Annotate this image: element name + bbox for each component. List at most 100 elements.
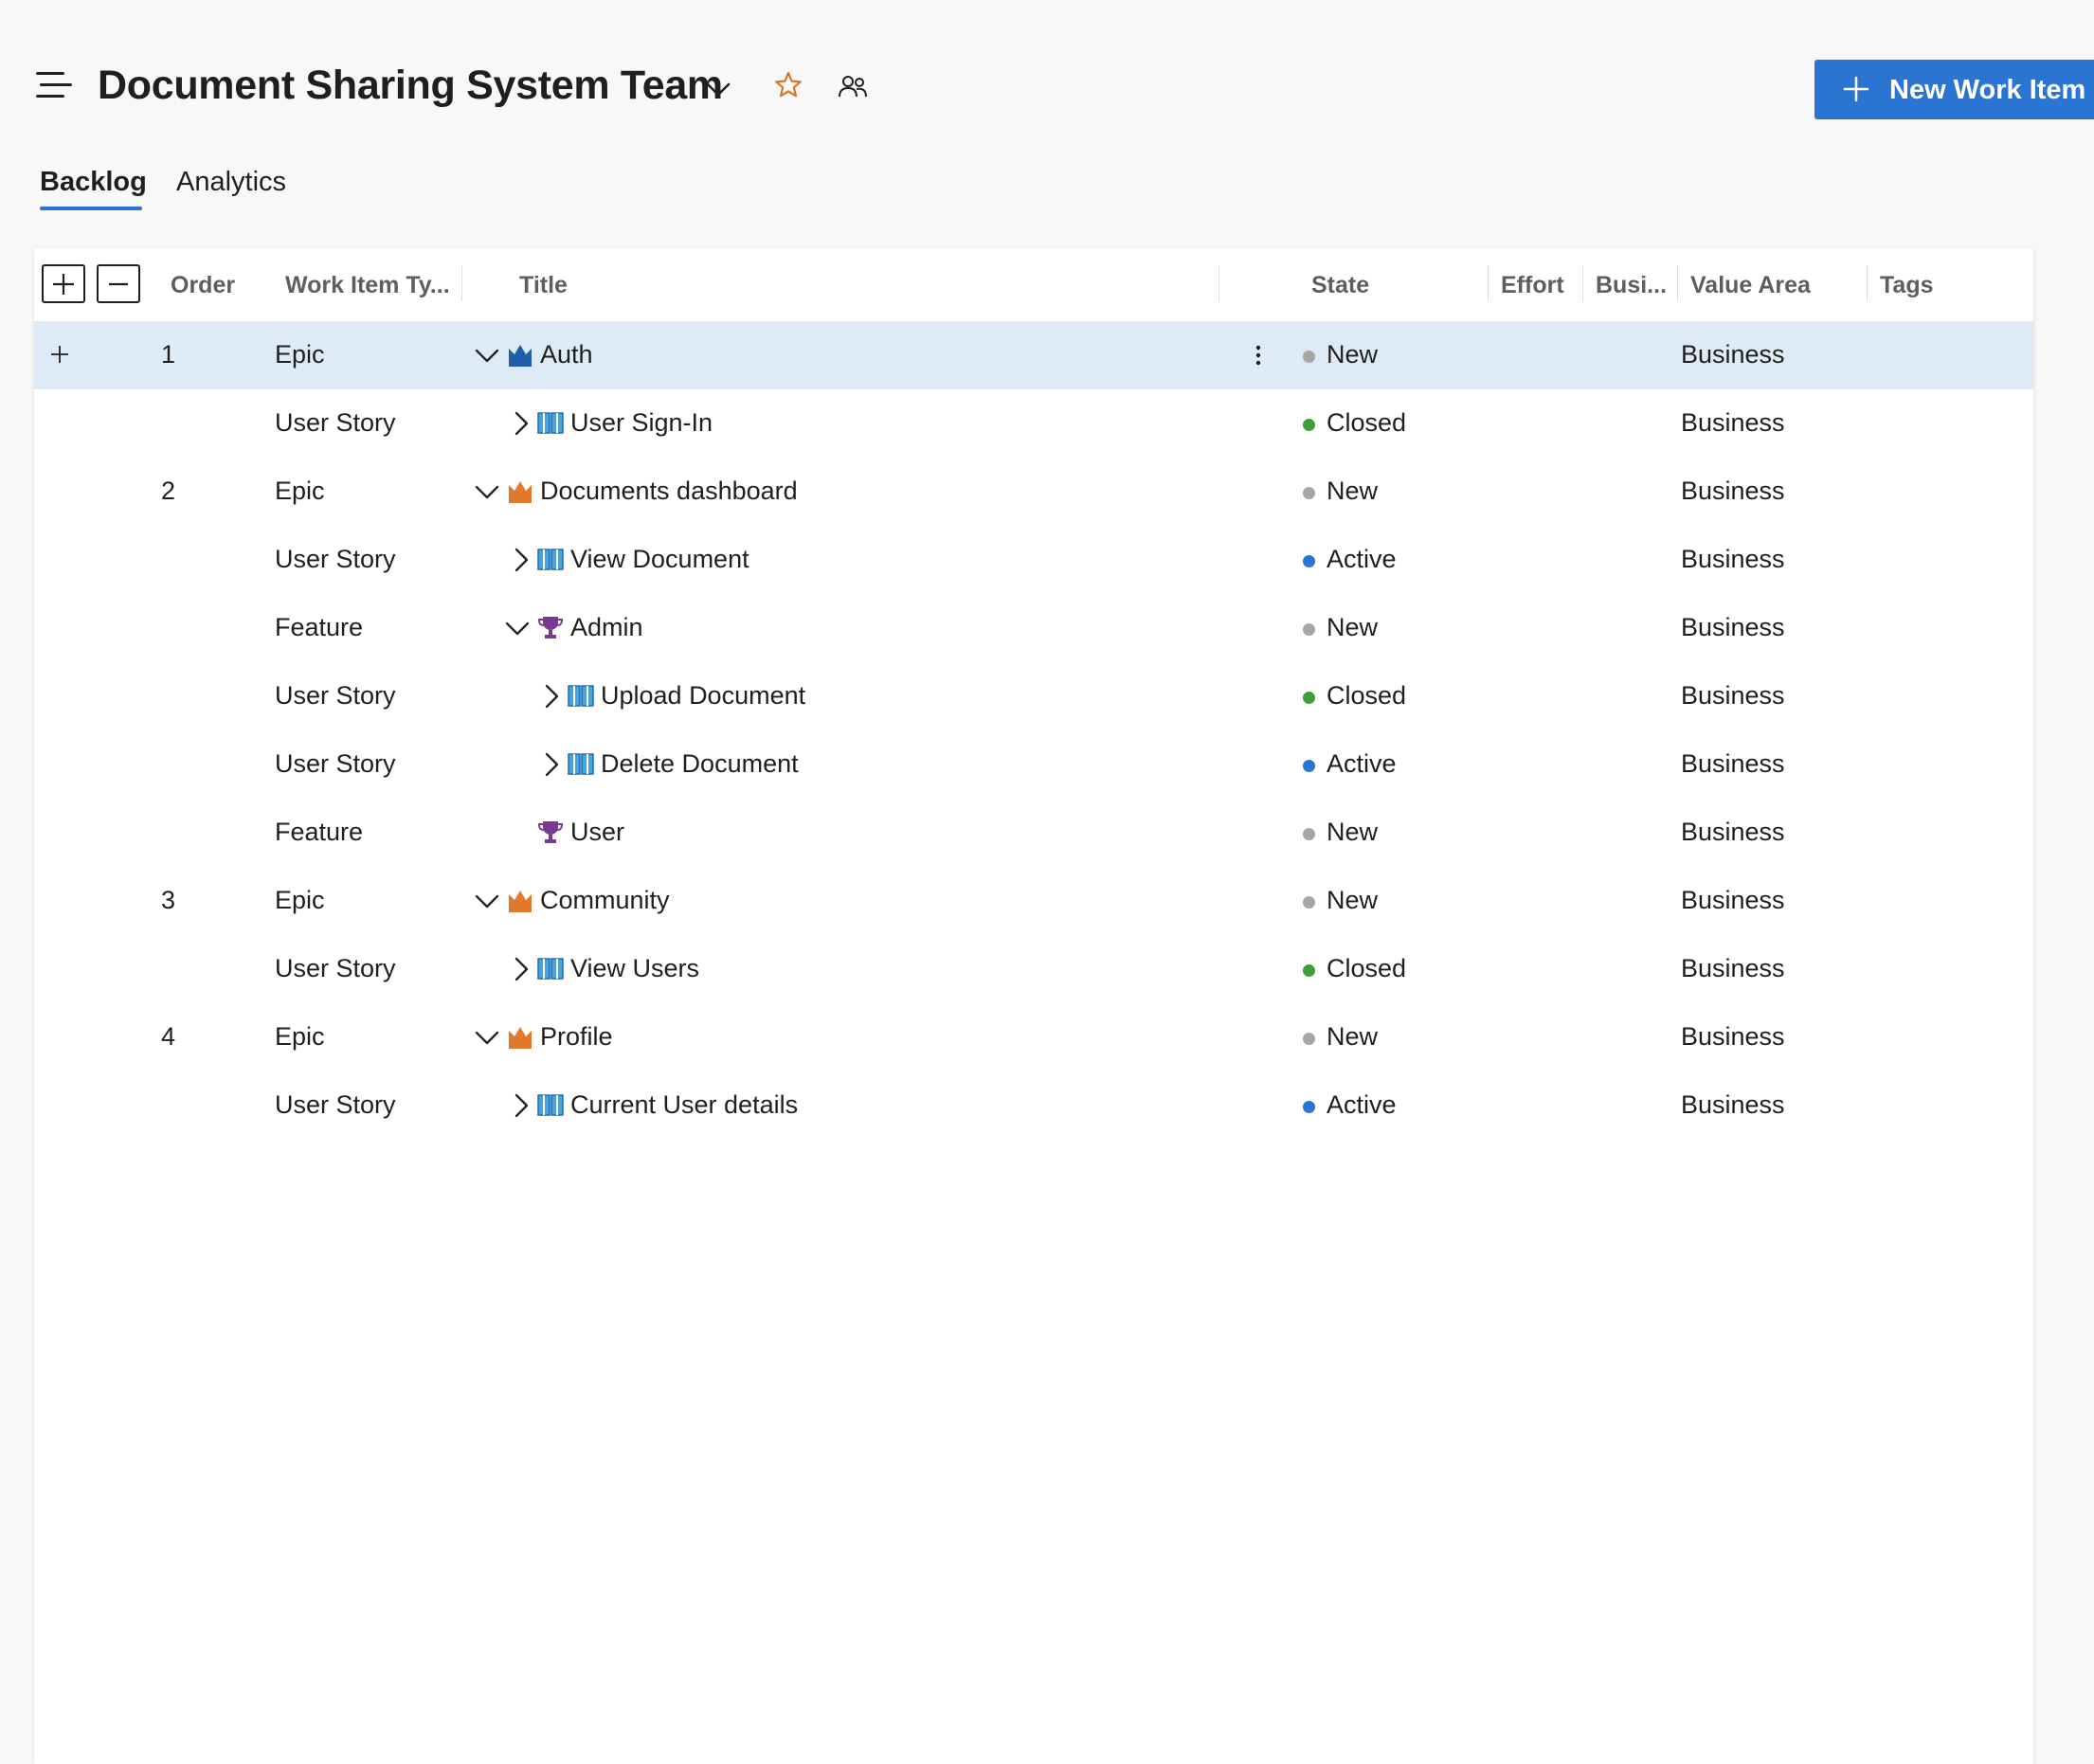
title-link[interactable]: Upload Document — [601, 681, 805, 711]
state-indicator-dot — [1303, 692, 1315, 704]
state-indicator-dot — [1303, 964, 1315, 977]
new-work-item-label: New Work Item — [1889, 75, 2086, 105]
table-row[interactable]: User Story View Users Closed Business — [34, 935, 2033, 1003]
trophy-icon — [537, 821, 564, 843]
column-header-work-item-type[interactable]: Work Item Ty... — [285, 272, 450, 299]
work-item-type-cell: Epic — [275, 340, 325, 369]
column-divider[interactable] — [1582, 265, 1583, 301]
minus-icon — [109, 282, 128, 286]
chevron-down-icon[interactable] — [474, 888, 500, 914]
book-icon — [568, 685, 594, 707]
column-header-state[interactable]: State — [1311, 272, 1369, 299]
crown-icon — [509, 345, 532, 367]
work-item-type-cell: User Story — [275, 408, 396, 437]
value-area-cell: Business — [1681, 749, 1785, 778]
state-cell: Active — [1327, 545, 1397, 573]
table-row[interactable]: 1 Epic Auth New Business — [34, 321, 2033, 389]
state-indicator-dot — [1303, 419, 1315, 431]
work-item-type-cell: Epic — [275, 477, 325, 505]
crown-icon — [509, 481, 532, 503]
chevron-down-icon[interactable] — [474, 342, 500, 369]
state-cell: New — [1327, 340, 1379, 369]
crown-icon — [509, 891, 532, 912]
chevron-right-icon[interactable] — [538, 751, 565, 778]
chevron-down-icon[interactable] — [504, 615, 531, 641]
tab-backlog[interactable]: Backlog — [40, 167, 147, 198]
team-members-icon[interactable] — [838, 72, 868, 102]
column-divider[interactable] — [1488, 265, 1489, 301]
title-link[interactable]: Auth — [540, 340, 593, 369]
table-row[interactable]: User Story Delete Document Active Business — [34, 730, 2033, 799]
collapse-all-button[interactable] — [97, 264, 140, 303]
value-area-cell: Business — [1681, 408, 1785, 437]
chevron-right-icon[interactable] — [508, 410, 534, 437]
value-area-cell: Business — [1681, 1022, 1785, 1051]
expand-all-button[interactable] — [42, 264, 85, 303]
column-header-effort[interactable]: Effort — [1501, 272, 1564, 299]
state-indicator-dot — [1303, 1033, 1315, 1045]
state-indicator-dot — [1303, 828, 1315, 840]
tab-analytics[interactable]: Analytics — [176, 167, 286, 198]
chevron-right-icon[interactable] — [538, 683, 565, 710]
title-link[interactable]: Profile — [540, 1022, 613, 1052]
book-icon — [568, 753, 594, 775]
state-cell: Closed — [1327, 954, 1407, 982]
table-row[interactable]: 3 Epic Community New Business — [34, 867, 2033, 935]
menu-icon[interactable] — [36, 72, 72, 100]
table-row[interactable]: User Story Current User details Active Busi… — [34, 1071, 2033, 1140]
column-header-tags[interactable]: Tags — [1880, 272, 1934, 299]
title-link[interactable]: Delete Document — [601, 749, 799, 779]
work-item-type-cell: Epic — [275, 886, 325, 914]
state-cell: New — [1327, 613, 1379, 641]
table-row[interactable]: User Story Upload Document Closed Business — [34, 662, 2033, 730]
value-area-cell: Business — [1681, 545, 1785, 573]
state-indicator-dot — [1303, 623, 1315, 636]
value-area-cell: Business — [1681, 818, 1785, 846]
new-work-item-button[interactable]: New Work Item — [1814, 60, 2094, 119]
table-row[interactable]: 2 Epic Documents dashboard New Business — [34, 458, 2033, 526]
state-cell: Active — [1327, 1090, 1397, 1119]
more-actions-icon[interactable] — [1251, 340, 1266, 370]
title-link[interactable]: View Users — [570, 954, 699, 983]
chevron-right-icon[interactable] — [508, 1092, 534, 1119]
state-cell: Closed — [1327, 408, 1407, 437]
column-divider[interactable] — [1218, 265, 1219, 301]
title-link[interactable]: User Sign-In — [570, 408, 713, 438]
plus-icon — [53, 274, 74, 295]
value-area-cell: Business — [1681, 886, 1785, 914]
column-header-title[interactable]: Title — [519, 272, 568, 299]
chevron-down-icon[interactable] — [474, 1024, 500, 1051]
chevron-down-icon[interactable] — [474, 478, 500, 505]
column-header-business-value[interactable]: Busi... — [1596, 272, 1667, 299]
table-row[interactable]: User Story User Sign-In Closed Business — [34, 389, 2033, 458]
title-link[interactable]: Current User details — [570, 1090, 798, 1120]
title-link[interactable]: Admin — [570, 613, 643, 642]
order-cell: 3 — [161, 886, 176, 914]
chevron-right-icon[interactable] — [508, 547, 534, 573]
chevron-down-icon[interactable] — [703, 74, 733, 104]
book-icon — [537, 1094, 564, 1116]
work-item-type-cell: Feature — [275, 613, 364, 641]
table-row[interactable]: Feature User New Business — [34, 799, 2033, 867]
add-child-icon[interactable] — [47, 342, 72, 367]
page-title: Document Sharing System Team — [98, 63, 723, 108]
title-link[interactable]: Documents dashboard — [540, 477, 798, 506]
column-header-order[interactable]: Order — [171, 272, 235, 299]
title-link[interactable]: User — [570, 818, 624, 847]
table-row[interactable]: 4 Epic Profile New Business — [34, 1003, 2033, 1071]
favorite-star-icon[interactable] — [773, 70, 803, 100]
table-row[interactable]: Feature Admin New Business — [34, 594, 2033, 662]
selected-tab-indicator — [40, 207, 142, 210]
table-row[interactable]: User Story View Document Active Business — [34, 526, 2033, 594]
column-divider[interactable] — [461, 265, 462, 301]
order-cell: 4 — [161, 1022, 176, 1051]
work-item-type-cell: User Story — [275, 749, 396, 778]
column-divider[interactable] — [1677, 265, 1678, 301]
column-header-value-area[interactable]: Value Area — [1690, 272, 1811, 299]
column-divider[interactable] — [1867, 265, 1868, 301]
title-link[interactable]: Community — [540, 886, 670, 915]
chevron-right-icon[interactable] — [508, 956, 534, 982]
state-indicator-dot — [1303, 760, 1315, 772]
title-link[interactable]: View Document — [570, 545, 749, 574]
backlog-grid: Order Work Item Ty... Title State Effort… — [34, 248, 2033, 1764]
